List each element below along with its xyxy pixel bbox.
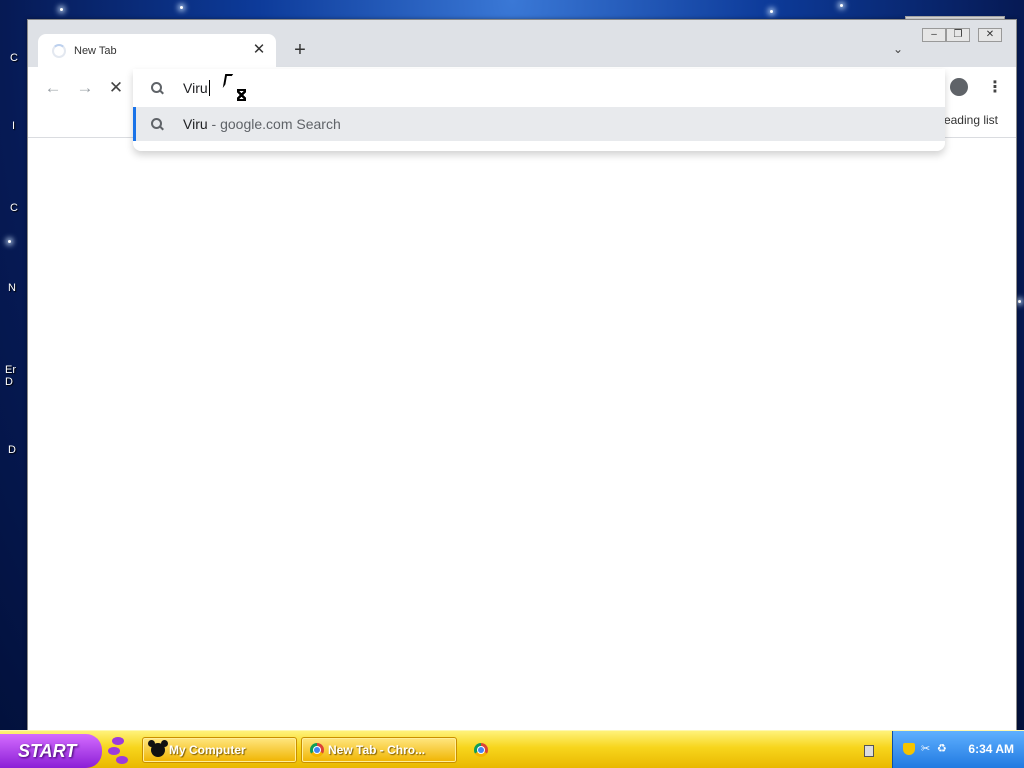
system-tray: ✂ ♻ 6:34 AM: [892, 731, 1024, 768]
network-icon[interactable]: [864, 745, 874, 757]
update-icon[interactable]: ♻: [937, 743, 949, 755]
text-caret: [208, 80, 210, 96]
tab-close-icon[interactable]: ✕: [250, 41, 268, 59]
tab-title: New Tab: [74, 45, 117, 57]
tools-icon[interactable]: ✂: [921, 743, 933, 755]
taskbar-button-label: My Computer: [169, 743, 246, 757]
address-bar-input[interactable]: Viru: [133, 69, 945, 107]
busy-hourglass-icon: [237, 89, 246, 101]
taskbar-button-chrome[interactable]: New Tab - Chro...: [301, 737, 457, 763]
search-icon: [150, 117, 164, 131]
back-arrow-icon[interactable]: ←: [42, 77, 64, 99]
tab-new-tab[interactable]: New Tab ✕: [38, 34, 276, 67]
quick-launch-chrome-icon[interactable]: [474, 743, 488, 757]
address-bar-text: Viru: [183, 80, 208, 96]
suggestion-query: Viru: [183, 116, 208, 132]
menu-dots-icon[interactable]: ⋮: [987, 78, 1003, 98]
decoration-dot: [116, 756, 128, 764]
sparkle-decoration: [840, 4, 843, 7]
tab-strip: New Tab ✕ + ⌄ – ❐ ✕: [28, 20, 1016, 67]
mickey-icon: [148, 740, 168, 757]
taskbar: START My Computer New Tab - Chro... ✂ ♻ …: [0, 730, 1024, 768]
maximize-button[interactable]: ❐: [946, 28, 970, 42]
suggestion-text: Viru - google.com Search: [183, 116, 341, 132]
address-bar-text-wrap: Viru: [183, 80, 210, 96]
suggestion-engine: google.com Search: [220, 116, 341, 132]
omnibox-suggestion[interactable]: Viru - google.com Search: [133, 107, 945, 141]
sparkle-decoration: [60, 8, 63, 11]
suggestion-separator: -: [207, 116, 221, 132]
close-window-button[interactable]: ✕: [978, 28, 1002, 42]
sparkle-decoration: [8, 240, 11, 243]
loading-spinner-icon: [52, 44, 66, 58]
new-tab-button[interactable]: +: [289, 39, 311, 61]
start-button[interactable]: START: [0, 734, 102, 768]
sparkle-decoration: [1018, 300, 1021, 303]
search-icon: [150, 81, 164, 95]
clock[interactable]: 6:34 AM: [968, 742, 1014, 756]
reading-list-button[interactable]: eading list: [944, 113, 998, 127]
desktop-icon-label[interactable]: D: [8, 444, 16, 456]
chrome-icon: [310, 743, 324, 757]
desktop-icon-label[interactable]: I: [12, 120, 15, 132]
minimize-button[interactable]: –: [922, 28, 946, 42]
security-shield-icon[interactable]: [903, 743, 915, 755]
stop-loading-icon[interactable]: ✕: [105, 77, 127, 99]
taskbar-button-label: New Tab - Chro...: [328, 743, 426, 757]
decoration-dot: [112, 737, 124, 745]
chrome-window: New Tab ✕ + ⌄ – ❐ ✕ ← → ✕ ⋮ eading list …: [27, 19, 1017, 731]
taskbar-button-my-computer[interactable]: My Computer: [142, 737, 297, 763]
profile-avatar-icon[interactable]: [950, 78, 968, 96]
tab-search-chevron-icon[interactable]: ⌄: [890, 42, 906, 58]
forward-arrow-icon[interactable]: →: [74, 77, 96, 99]
omnibox-dropdown: Viru Viru - google.com Search: [133, 69, 945, 151]
desktop-icon-label[interactable]: N: [8, 282, 16, 294]
desktop-icon-label[interactable]: Er D: [5, 364, 16, 388]
sparkle-decoration: [180, 6, 183, 9]
desktop-icon-label[interactable]: C: [10, 202, 18, 214]
decoration-dot: [108, 747, 120, 755]
sparkle-decoration: [770, 10, 773, 13]
desktop-icon-label[interactable]: C: [10, 52, 18, 64]
start-decoration-icon: [106, 735, 130, 765]
